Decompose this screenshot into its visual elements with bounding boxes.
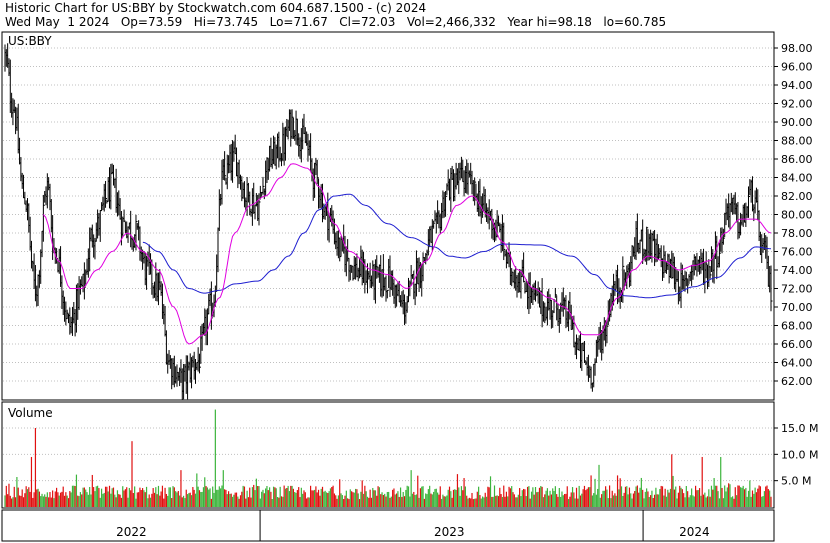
volume-tick-label: 15.0 M [781,422,818,435]
price-tick-label: 80.00 [781,209,813,222]
volume-tick-label: 5.0 M [781,475,811,488]
chart-window: Historic Chart for US:BBY by Stockwatch.… [0,0,830,543]
price-tick-label: 84.00 [781,172,813,185]
price-tick-label: 72.00 [781,283,813,296]
volume-tick-label: 10.0 M [781,448,818,461]
price-tick-label: 76.00 [781,246,813,259]
price-bars [4,43,773,400]
price-tick-label: 64.00 [781,357,813,370]
year-label: 2024 [679,525,710,539]
price-tick-label: 90.00 [781,116,813,129]
year-label: 2022 [116,525,147,539]
date-axis: 2022 2023 2024 [116,510,710,541]
price-panel-title: US:BBY [8,34,52,48]
price-tick-label: 86.00 [781,153,813,166]
price-tick-label: 66.00 [781,338,813,351]
price-tick-label: 78.00 [781,227,813,240]
price-tick-label: 68.00 [781,320,813,333]
price-tick-label: 94.00 [781,79,813,92]
price-tick-label: 96.00 [781,61,813,74]
moving-average-long-line [142,193,772,299]
price-tick-label: 82.00 [781,190,813,203]
volume-panel-title: Volume [8,406,53,420]
volume-axis: 15.0 M 10.0 M 5.0 M [774,422,818,488]
moving-average-short-line [42,163,772,345]
volume-bars [4,409,772,507]
year-label: 2023 [434,525,465,539]
price-tick-label: 74.00 [781,264,813,277]
price-tick-label: 70.00 [781,301,813,314]
price-tick-label: 92.00 [781,98,813,111]
price-tick-label: 62.00 [781,375,813,388]
price-tick-label: 98.00 [781,42,813,55]
volume-grid [3,427,773,482]
price-tick-label: 88.00 [781,135,813,148]
stock-chart: 98.00 96.00 94.00 92.00 90.00 88.00 86.00 84.00… [1,31,818,542]
price-axis: 98.00 96.00 94.00 92.00 90.00 88.00 86.00 84.00… [774,42,813,388]
